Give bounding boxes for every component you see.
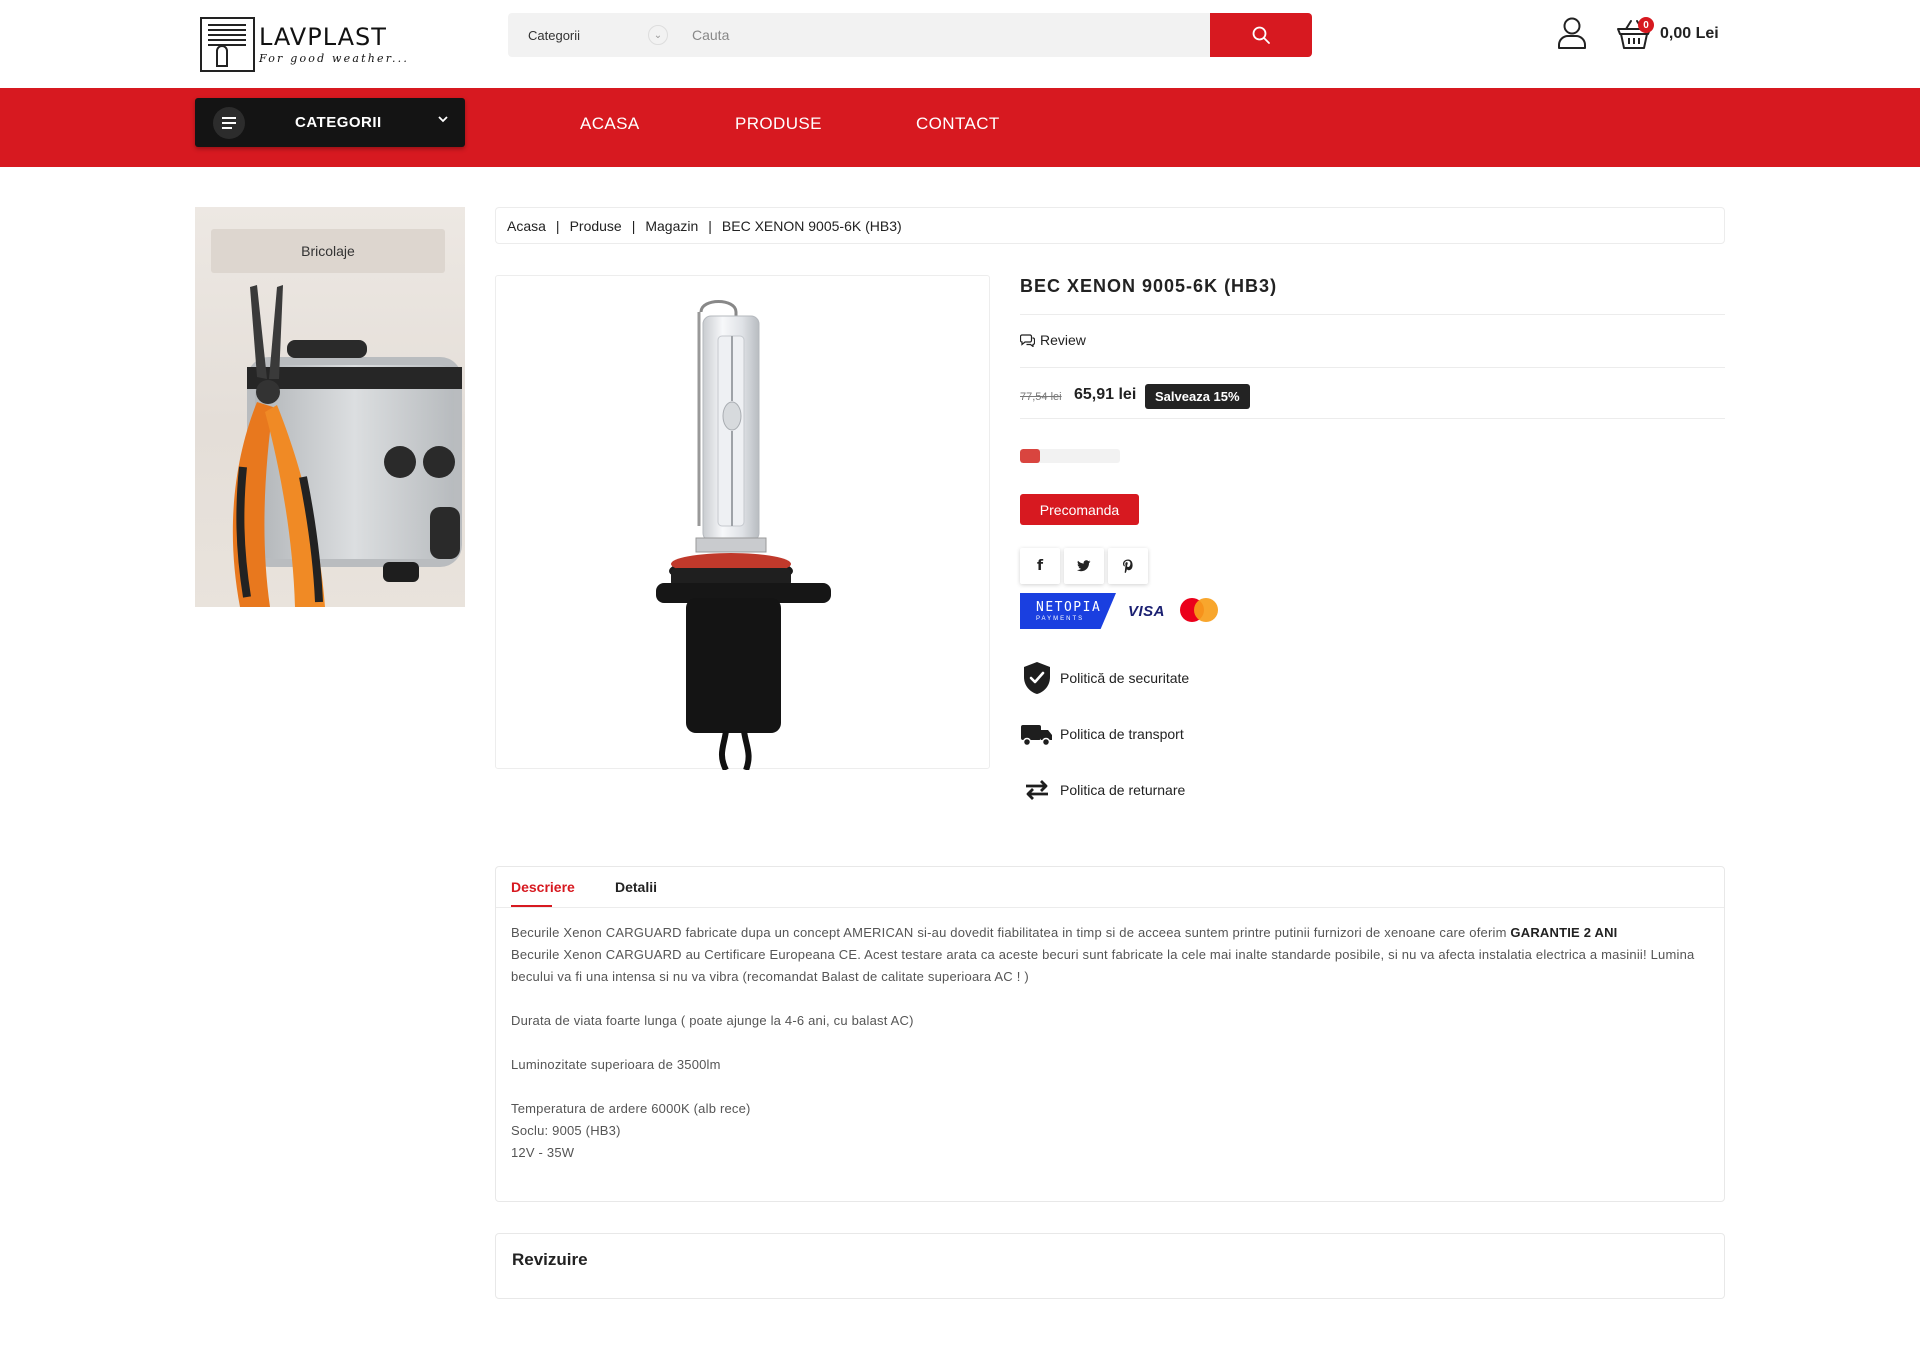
pliers-and-toolcase-image bbox=[232, 285, 462, 607]
old-price: 77,54 lei bbox=[1020, 391, 1062, 403]
header: LAVPLAST For good weather... Categorii ⌄ bbox=[0, 0, 1920, 88]
description-paragraph: Becurile Xenon CARGUARD au Certificare E… bbox=[511, 947, 1695, 984]
description-paragraph: 12V - 35W bbox=[511, 1145, 575, 1160]
search-bar: Categorii ⌄ bbox=[508, 13, 1312, 57]
search-category-label: Categorii bbox=[528, 27, 581, 43]
facebook-icon: f bbox=[1036, 558, 1044, 574]
logo-tagline: For good weather... bbox=[259, 51, 410, 65]
reviews-section: Revizuire bbox=[495, 1233, 1725, 1299]
search-input[interactable] bbox=[668, 13, 1210, 57]
policy-returns[interactable]: Politica de returnare bbox=[1020, 772, 1185, 808]
current-price: 65,91 lei bbox=[1074, 386, 1137, 403]
breadcrumb-separator: | bbox=[555, 217, 560, 234]
payment-methods: NETOPIA PAYMENTS VISA bbox=[1020, 593, 1220, 629]
breadcrumb-separator: | bbox=[631, 217, 636, 234]
description-paragraph: Durata de viata foarte lunga ( poate aju… bbox=[511, 1013, 914, 1028]
comments-icon bbox=[1020, 333, 1035, 347]
divider bbox=[1020, 314, 1725, 315]
divider bbox=[1020, 418, 1725, 419]
stock-progress-bar bbox=[1020, 449, 1120, 463]
product-image[interactable] bbox=[495, 275, 990, 772]
cart-button[interactable]: 0 0,00 Lei bbox=[1616, 16, 1719, 52]
exchange-arrows-icon bbox=[1026, 780, 1048, 800]
mastercard-icon bbox=[1180, 598, 1220, 624]
netopia-subtitle: PAYMENTS bbox=[1036, 616, 1085, 622]
stock-progress-fill bbox=[1020, 449, 1040, 463]
cart-total: 0,00 Lei bbox=[1660, 25, 1719, 42]
tab-descriere[interactable]: Descriere bbox=[511, 879, 575, 895]
product-tabs: Descriere Detalii Becurile Xenon CARGUAR… bbox=[495, 866, 1725, 1202]
visa-logo: VISA bbox=[1128, 602, 1166, 620]
description-paragraph: Luminozitate superioara de 3500lm bbox=[511, 1057, 721, 1072]
breadcrumb-produse[interactable]: Produse bbox=[570, 218, 622, 234]
search-icon bbox=[1252, 26, 1270, 44]
pinterest-icon bbox=[1123, 559, 1133, 573]
logo-name: LAVPLAST bbox=[259, 22, 387, 51]
breadcrumb: Acasa | Produse | Magazin | BEC XENON 90… bbox=[495, 207, 1725, 244]
tab-detalii[interactable]: Detalii bbox=[615, 879, 657, 895]
menu-icon bbox=[213, 106, 245, 139]
shield-check-icon bbox=[1024, 662, 1050, 694]
description-spacer bbox=[511, 1076, 1711, 1098]
warranty-highlight: GARANTIE 2 ANI bbox=[1510, 925, 1618, 940]
tabs-header: Descriere Detalii bbox=[496, 867, 1724, 908]
description-spacer bbox=[511, 988, 1711, 1010]
share-pinterest-button[interactable] bbox=[1108, 548, 1148, 584]
xenon-bulb-image bbox=[656, 300, 831, 772]
review-label: Review bbox=[1040, 332, 1086, 348]
breadcrumb-current: BEC XENON 9005-6K (HB3) bbox=[721, 217, 902, 234]
netopia-name: NETOPIA bbox=[1036, 600, 1102, 615]
policy-returns-label: Politica de returnare bbox=[1060, 782, 1186, 798]
preorder-button[interactable]: Precomanda bbox=[1020, 494, 1139, 525]
policy-transport-label: Politica de transport bbox=[1060, 726, 1184, 742]
user-icon bbox=[1558, 17, 1586, 49]
divider bbox=[1020, 367, 1725, 368]
logo[interactable]: LAVPLAST For good weather... bbox=[200, 16, 430, 72]
netopia-logo: NETOPIA PAYMENTS bbox=[1020, 593, 1116, 629]
search-button[interactable] bbox=[1210, 13, 1312, 57]
categories-button[interactable]: CATEGORII bbox=[195, 98, 465, 147]
description-spacer bbox=[511, 1032, 1711, 1054]
twitter-icon bbox=[1077, 560, 1091, 572]
cart-count-badge: 0 bbox=[1638, 17, 1654, 33]
policy-security[interactable]: Politică de securitate bbox=[1020, 660, 1189, 696]
description-paragraph: Soclu: 9005 (HB3) bbox=[511, 1123, 621, 1138]
active-tab-indicator bbox=[511, 905, 552, 907]
review-link[interactable]: Review bbox=[1020, 332, 1086, 348]
product-title: BEC XENON 9005-6K (HB3) bbox=[1020, 276, 1278, 296]
categories-label: CATEGORII bbox=[295, 114, 382, 131]
nav-link-acasa[interactable]: ACASA bbox=[580, 114, 640, 134]
breadcrumb-separator: | bbox=[708, 217, 712, 234]
nav-link-produse[interactable]: PRODUSE bbox=[735, 114, 822, 134]
truck-icon bbox=[1021, 725, 1052, 747]
product-description: Becurile Xenon CARGUARD fabricate dupa u… bbox=[511, 922, 1711, 1164]
breadcrumb-acasa[interactable]: Acasa bbox=[507, 218, 546, 234]
discount-badge: Salveaza 15% bbox=[1145, 384, 1250, 409]
account-button[interactable] bbox=[1556, 16, 1588, 50]
chevron-down-icon bbox=[437, 112, 449, 128]
share-facebook-button[interactable]: f bbox=[1020, 548, 1060, 584]
nav-link-contact[interactable]: CONTACT bbox=[916, 114, 1000, 134]
description-paragraph: Temperatura de ardere 6000K (alb rece) bbox=[511, 1101, 751, 1116]
policy-transport[interactable]: Politica de transport bbox=[1020, 716, 1184, 752]
description-text: Becurile Xenon CARGUARD fabricate dupa u… bbox=[511, 925, 1511, 940]
search-category-select[interactable]: Categorii ⌄ bbox=[508, 13, 668, 57]
reviews-title: Revizuire bbox=[512, 1250, 588, 1269]
chevron-down-icon: ⌄ bbox=[648, 25, 668, 45]
breadcrumb-magazin[interactable]: Magazin bbox=[645, 218, 698, 234]
logo-icon bbox=[200, 16, 255, 72]
description-paragraph: Becurile Xenon CARGUARD fabricate dupa u… bbox=[511, 922, 1711, 944]
sidebar-banner-bricolaje[interactable]: Bricolaje bbox=[195, 207, 465, 607]
share-twitter-button[interactable] bbox=[1064, 548, 1104, 584]
policy-security-label: Politică de securitate bbox=[1060, 670, 1190, 686]
